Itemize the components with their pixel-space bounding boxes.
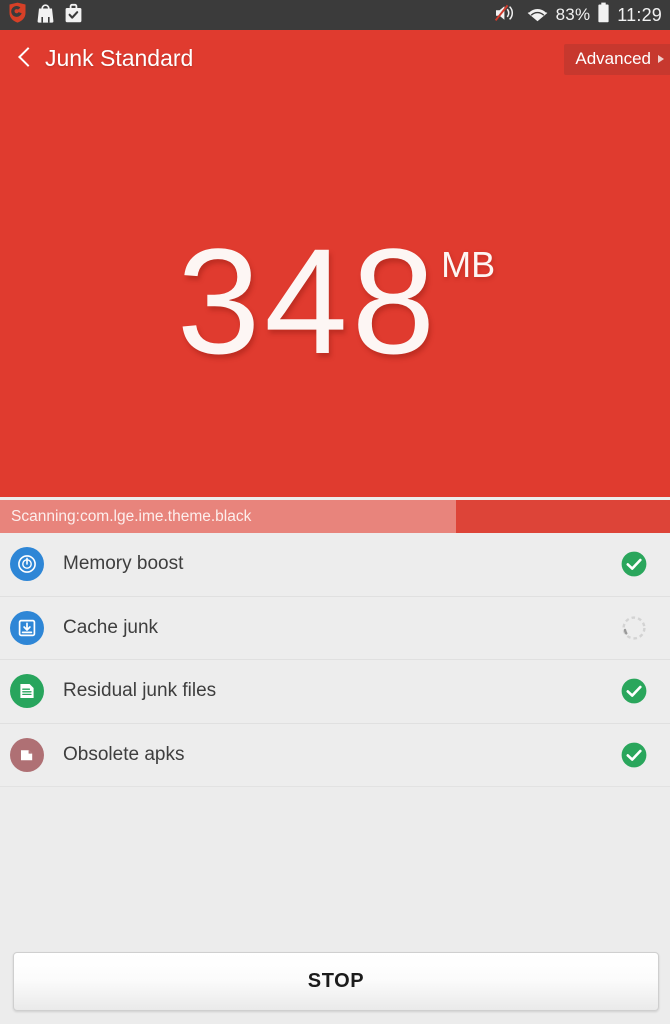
status-bar-notifications (8, 2, 83, 28)
battery-percent-label: 83% (555, 5, 591, 24)
back-chevron-icon[interactable] (18, 46, 32, 70)
task-row-memory-boost[interactable]: Memory boost (0, 533, 670, 597)
task-label: Memory boost (63, 553, 184, 575)
scan-progress-label: Scanning:com.lge.ime.theme.black (11, 508, 252, 525)
spinner-icon (620, 614, 648, 642)
system-status-bar: 83% 11:29 (0, 0, 670, 30)
caret-right-icon (658, 55, 664, 63)
list-empty-area (0, 787, 670, 945)
scan-task-list: Memory boost Cache junk Residual junk fi… (0, 533, 670, 787)
task-label: Residual junk files (63, 680, 217, 702)
app-screen: 83% 11:29 Junk Standard Advanced 348MB S… (0, 0, 670, 1024)
cache-junk-icon (10, 610, 44, 645)
stop-button-label: STOP (307, 970, 365, 992)
check-circle-icon (620, 550, 648, 578)
stop-button[interactable]: STOP (13, 952, 659, 1011)
task-row-residual-junk-files[interactable]: Residual junk files (0, 660, 670, 724)
task-row-obsolete-apks[interactable]: Obsolete apks (0, 723, 670, 787)
obsolete-apks-icon (10, 737, 44, 772)
app-bar: Junk Standard Advanced (0, 30, 670, 86)
check-circle-icon (620, 741, 648, 769)
task-row-cache-junk[interactable]: Cache junk (0, 596, 670, 660)
app-bag-icon (36, 2, 55, 28)
volume-muted-icon (494, 3, 519, 28)
shield-icon (8, 2, 27, 28)
junk-scan-hero: Junk Standard Advanced 348MB (0, 30, 670, 497)
page-title: Junk Standard (45, 44, 194, 71)
residual-junk-icon (10, 674, 44, 709)
junk-amount: 348MB (0, 226, 670, 376)
footer-bar: STOP (0, 945, 670, 1024)
clock-label: 11:29 (617, 4, 662, 25)
check-circle-icon (620, 677, 648, 705)
battery-icon (597, 2, 610, 28)
status-bar-system-indicators: 83% 11:29 (494, 2, 662, 28)
task-label: Cache junk (63, 616, 159, 638)
scan-progress-bar: Scanning:com.lge.ime.theme.black (0, 500, 670, 533)
memory-boost-icon (10, 547, 44, 582)
task-label: Obsolete apks (63, 743, 185, 765)
junk-amount-value: 348 (176, 217, 440, 385)
wifi-icon (526, 3, 549, 27)
advanced-button-label: Advanced (575, 49, 651, 68)
advanced-button[interactable]: Advanced (564, 44, 670, 75)
junk-amount-unit: MB (441, 244, 496, 285)
briefcase-check-icon (64, 2, 83, 28)
